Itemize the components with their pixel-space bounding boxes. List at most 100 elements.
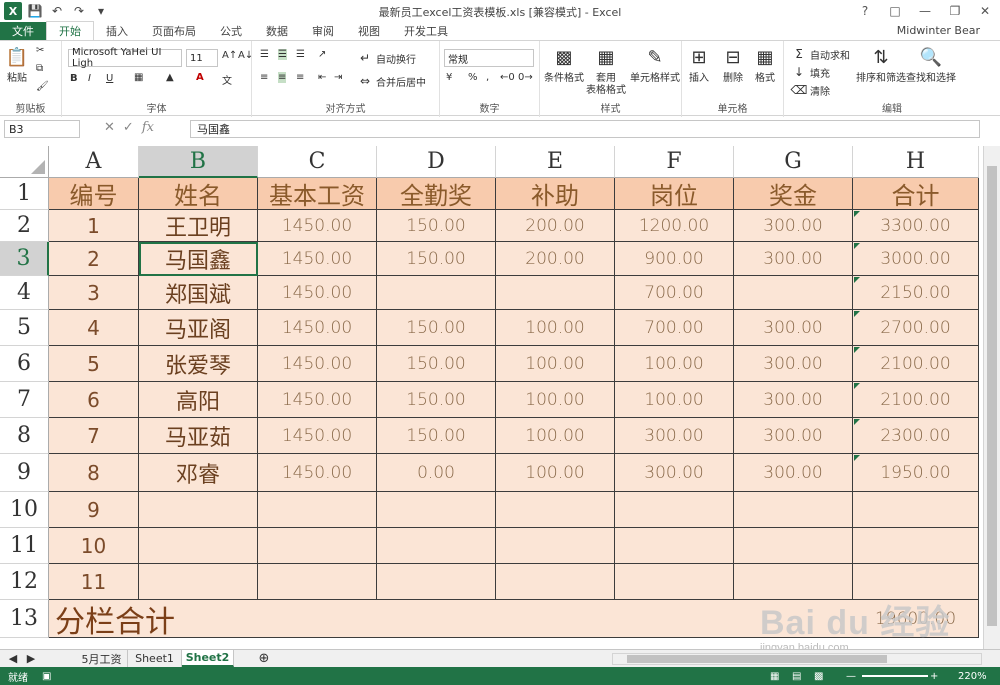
conditional-format-button[interactable]: ▩ 条件格式	[544, 45, 584, 85]
orientation-icon[interactable]: ↗	[318, 49, 326, 60]
table-cell[interactable]: 6	[49, 382, 139, 418]
table-cell[interactable]	[615, 564, 734, 600]
column-header-e[interactable]: E	[496, 146, 615, 178]
table-cell[interactable]: 100.00	[615, 346, 734, 382]
table-cell[interactable]: 2150.00	[853, 276, 979, 310]
format-cells-button[interactable]: ▦ 格式	[752, 45, 778, 85]
zoom-out-icon[interactable]: —	[846, 671, 856, 682]
table-cell[interactable]: 10	[49, 528, 139, 564]
table-cell[interactable]: 150.00	[377, 242, 496, 276]
zoom-level[interactable]: 220%	[958, 671, 987, 682]
table-cell[interactable]	[615, 528, 734, 564]
table-cell[interactable]	[139, 564, 258, 600]
table-cell[interactable]: 马国鑫	[139, 242, 258, 276]
table-cell[interactable]	[853, 492, 979, 528]
enter-icon[interactable]: ✓	[123, 120, 134, 135]
table-cell[interactable]	[139, 492, 258, 528]
horizontal-scrollbar[interactable]	[612, 653, 982, 665]
table-cell[interactable]: 1450.00	[258, 454, 377, 492]
minimize-icon[interactable]: —	[910, 0, 940, 22]
decrease-decimal-icon[interactable]: 0→	[518, 72, 533, 83]
name-box[interactable]: B3	[4, 120, 80, 138]
table-cell[interactable]: 1450.00	[258, 382, 377, 418]
tab-home[interactable]: 开始	[46, 21, 94, 40]
table-cell[interactable]: 300.00	[734, 382, 853, 418]
table-cell[interactable]	[734, 492, 853, 528]
tab-review[interactable]: 审阅	[300, 22, 346, 40]
table-cell[interactable]	[853, 564, 979, 600]
table-cell[interactable]: 2	[49, 242, 139, 276]
table-cell[interactable]: 300.00	[734, 346, 853, 382]
bold-button[interactable]: B	[70, 73, 78, 84]
tab-data[interactable]: 数据	[254, 22, 300, 40]
insert-cells-button[interactable]: ⊞ 插入	[686, 45, 712, 85]
fill-button[interactable]: ↓ 填充	[790, 63, 830, 81]
prev-sheet-icon[interactable]: ◀	[4, 650, 22, 667]
delete-cells-button[interactable]: ⊟ 删除	[720, 45, 746, 85]
border-icon[interactable]: ▦	[134, 72, 143, 83]
table-cell[interactable]: 5	[49, 346, 139, 382]
table-cell[interactable]	[734, 528, 853, 564]
sheet-tab-sheet2[interactable]: Sheet2	[182, 650, 234, 667]
align-center-icon[interactable]: ≡	[278, 72, 287, 83]
table-cell[interactable]: 1450.00	[258, 346, 377, 382]
macro-record-icon[interactable]: ▣	[42, 671, 51, 682]
increase-decimal-icon[interactable]: ←0	[500, 72, 515, 83]
table-cell[interactable]	[258, 528, 377, 564]
table-cell[interactable]: 张爱琴	[139, 346, 258, 382]
page-break-view-icon[interactable]: ▩	[814, 671, 823, 682]
table-cell[interactable]: 300.00	[615, 454, 734, 492]
table-cell[interactable]: 马亚茹	[139, 418, 258, 454]
table-cell[interactable]	[496, 564, 615, 600]
row-header-2[interactable]: 2	[0, 210, 49, 242]
vertical-scrollbar[interactable]	[983, 146, 1000, 649]
table-cell[interactable]: 马亚阁	[139, 310, 258, 346]
table-cell[interactable]	[258, 492, 377, 528]
table-cell[interactable]: 700.00	[615, 310, 734, 346]
indent-decrease-icon[interactable]: ⇤	[318, 72, 326, 83]
tab-page-layout[interactable]: 页面布局	[140, 22, 208, 40]
align-top-icon[interactable]: ☰	[260, 49, 269, 60]
help-icon[interactable]: ?	[850, 0, 880, 22]
indent-increase-icon[interactable]: ⇥	[334, 72, 342, 83]
table-cell[interactable]	[139, 528, 258, 564]
table-cell[interactable]: 4	[49, 310, 139, 346]
tab-insert[interactable]: 插入	[94, 22, 140, 40]
table-cell[interactable]	[615, 492, 734, 528]
page-layout-view-icon[interactable]: ▤	[792, 671, 801, 682]
table-cell[interactable]: 100.00	[496, 346, 615, 382]
table-cell[interactable]: 150.00	[377, 310, 496, 346]
customize-icon[interactable]: ▾	[92, 2, 110, 20]
table-cell[interactable]: 王卫明	[139, 210, 258, 242]
grow-font-icon[interactable]: A↑	[222, 50, 237, 61]
next-sheet-icon[interactable]: ▶	[22, 650, 40, 667]
redo-icon[interactable]: ↷	[70, 2, 88, 20]
table-cell[interactable]: 邓睿	[139, 454, 258, 492]
table-header-cell[interactable]: 基本工资	[258, 178, 377, 210]
formula-input[interactable]: 马国鑫	[190, 120, 980, 138]
table-cell[interactable]: 300.00	[615, 418, 734, 454]
align-middle-icon[interactable]: ☰	[278, 49, 287, 60]
autosum-button[interactable]: Σ 自动求和	[790, 45, 850, 63]
table-cell[interactable]: 2300.00	[853, 418, 979, 454]
table-cell[interactable]: 150.00	[377, 346, 496, 382]
column-header-d[interactable]: D	[377, 146, 496, 178]
merge-center-button[interactable]: ⇔ 合并后居中	[356, 72, 426, 90]
tab-formulas[interactable]: 公式	[208, 22, 254, 40]
table-cell[interactable]: 1200.00	[615, 210, 734, 242]
number-format-select[interactable]: 常规	[444, 49, 534, 67]
column-header-h[interactable]: H	[853, 146, 979, 178]
zoom-slider[interactable]	[862, 675, 928, 677]
table-cell[interactable]	[734, 276, 853, 310]
row-header-4[interactable]: 4	[0, 276, 49, 310]
paste-button[interactable]: 📋 粘贴	[4, 45, 30, 85]
clear-button[interactable]: ⌫ 清除	[790, 81, 830, 99]
wrap-text-button[interactable]: ↵ 自动换行	[356, 49, 416, 67]
table-cell[interactable]: 3300.00	[853, 210, 979, 242]
table-cell[interactable]: 700.00	[615, 276, 734, 310]
ribbon-display-icon[interactable]: □	[880, 0, 910, 22]
save-icon[interactable]: 💾	[26, 2, 44, 20]
align-bottom-icon[interactable]: ☰	[296, 49, 305, 60]
table-cell[interactable]	[496, 276, 615, 310]
column-header-g[interactable]: G	[734, 146, 853, 178]
